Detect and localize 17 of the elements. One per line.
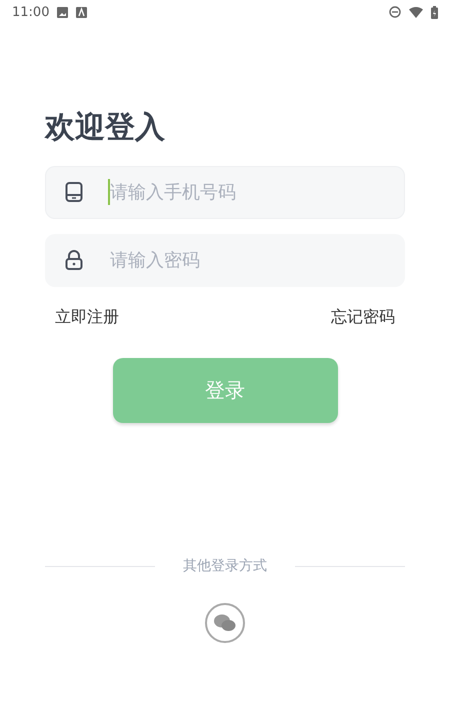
image-icon: [57, 6, 68, 18]
page-title: 欢迎登入: [45, 109, 166, 147]
wifi-icon: [409, 6, 423, 18]
forgot-password-link[interactable]: 忘记密码: [331, 307, 395, 328]
register-link[interactable]: 立即注册: [55, 307, 119, 328]
chat-bubbles-icon: [213, 613, 237, 633]
app-icon: [76, 6, 88, 18]
password-field[interactable]: 请输入密码: [45, 234, 405, 287]
chat-login-button[interactable]: [205, 603, 245, 643]
lock-icon: [65, 250, 83, 270]
phone-field[interactable]: 请输入手机号码: [45, 166, 405, 219]
do-not-disturb-icon: [389, 6, 401, 18]
status-time: 11:00: [12, 4, 50, 20]
text-cursor: [108, 179, 110, 205]
battery-icon: [431, 6, 438, 18]
other-login-label: 其他登录方式: [182, 557, 268, 575]
tablet-icon: [65, 182, 83, 202]
